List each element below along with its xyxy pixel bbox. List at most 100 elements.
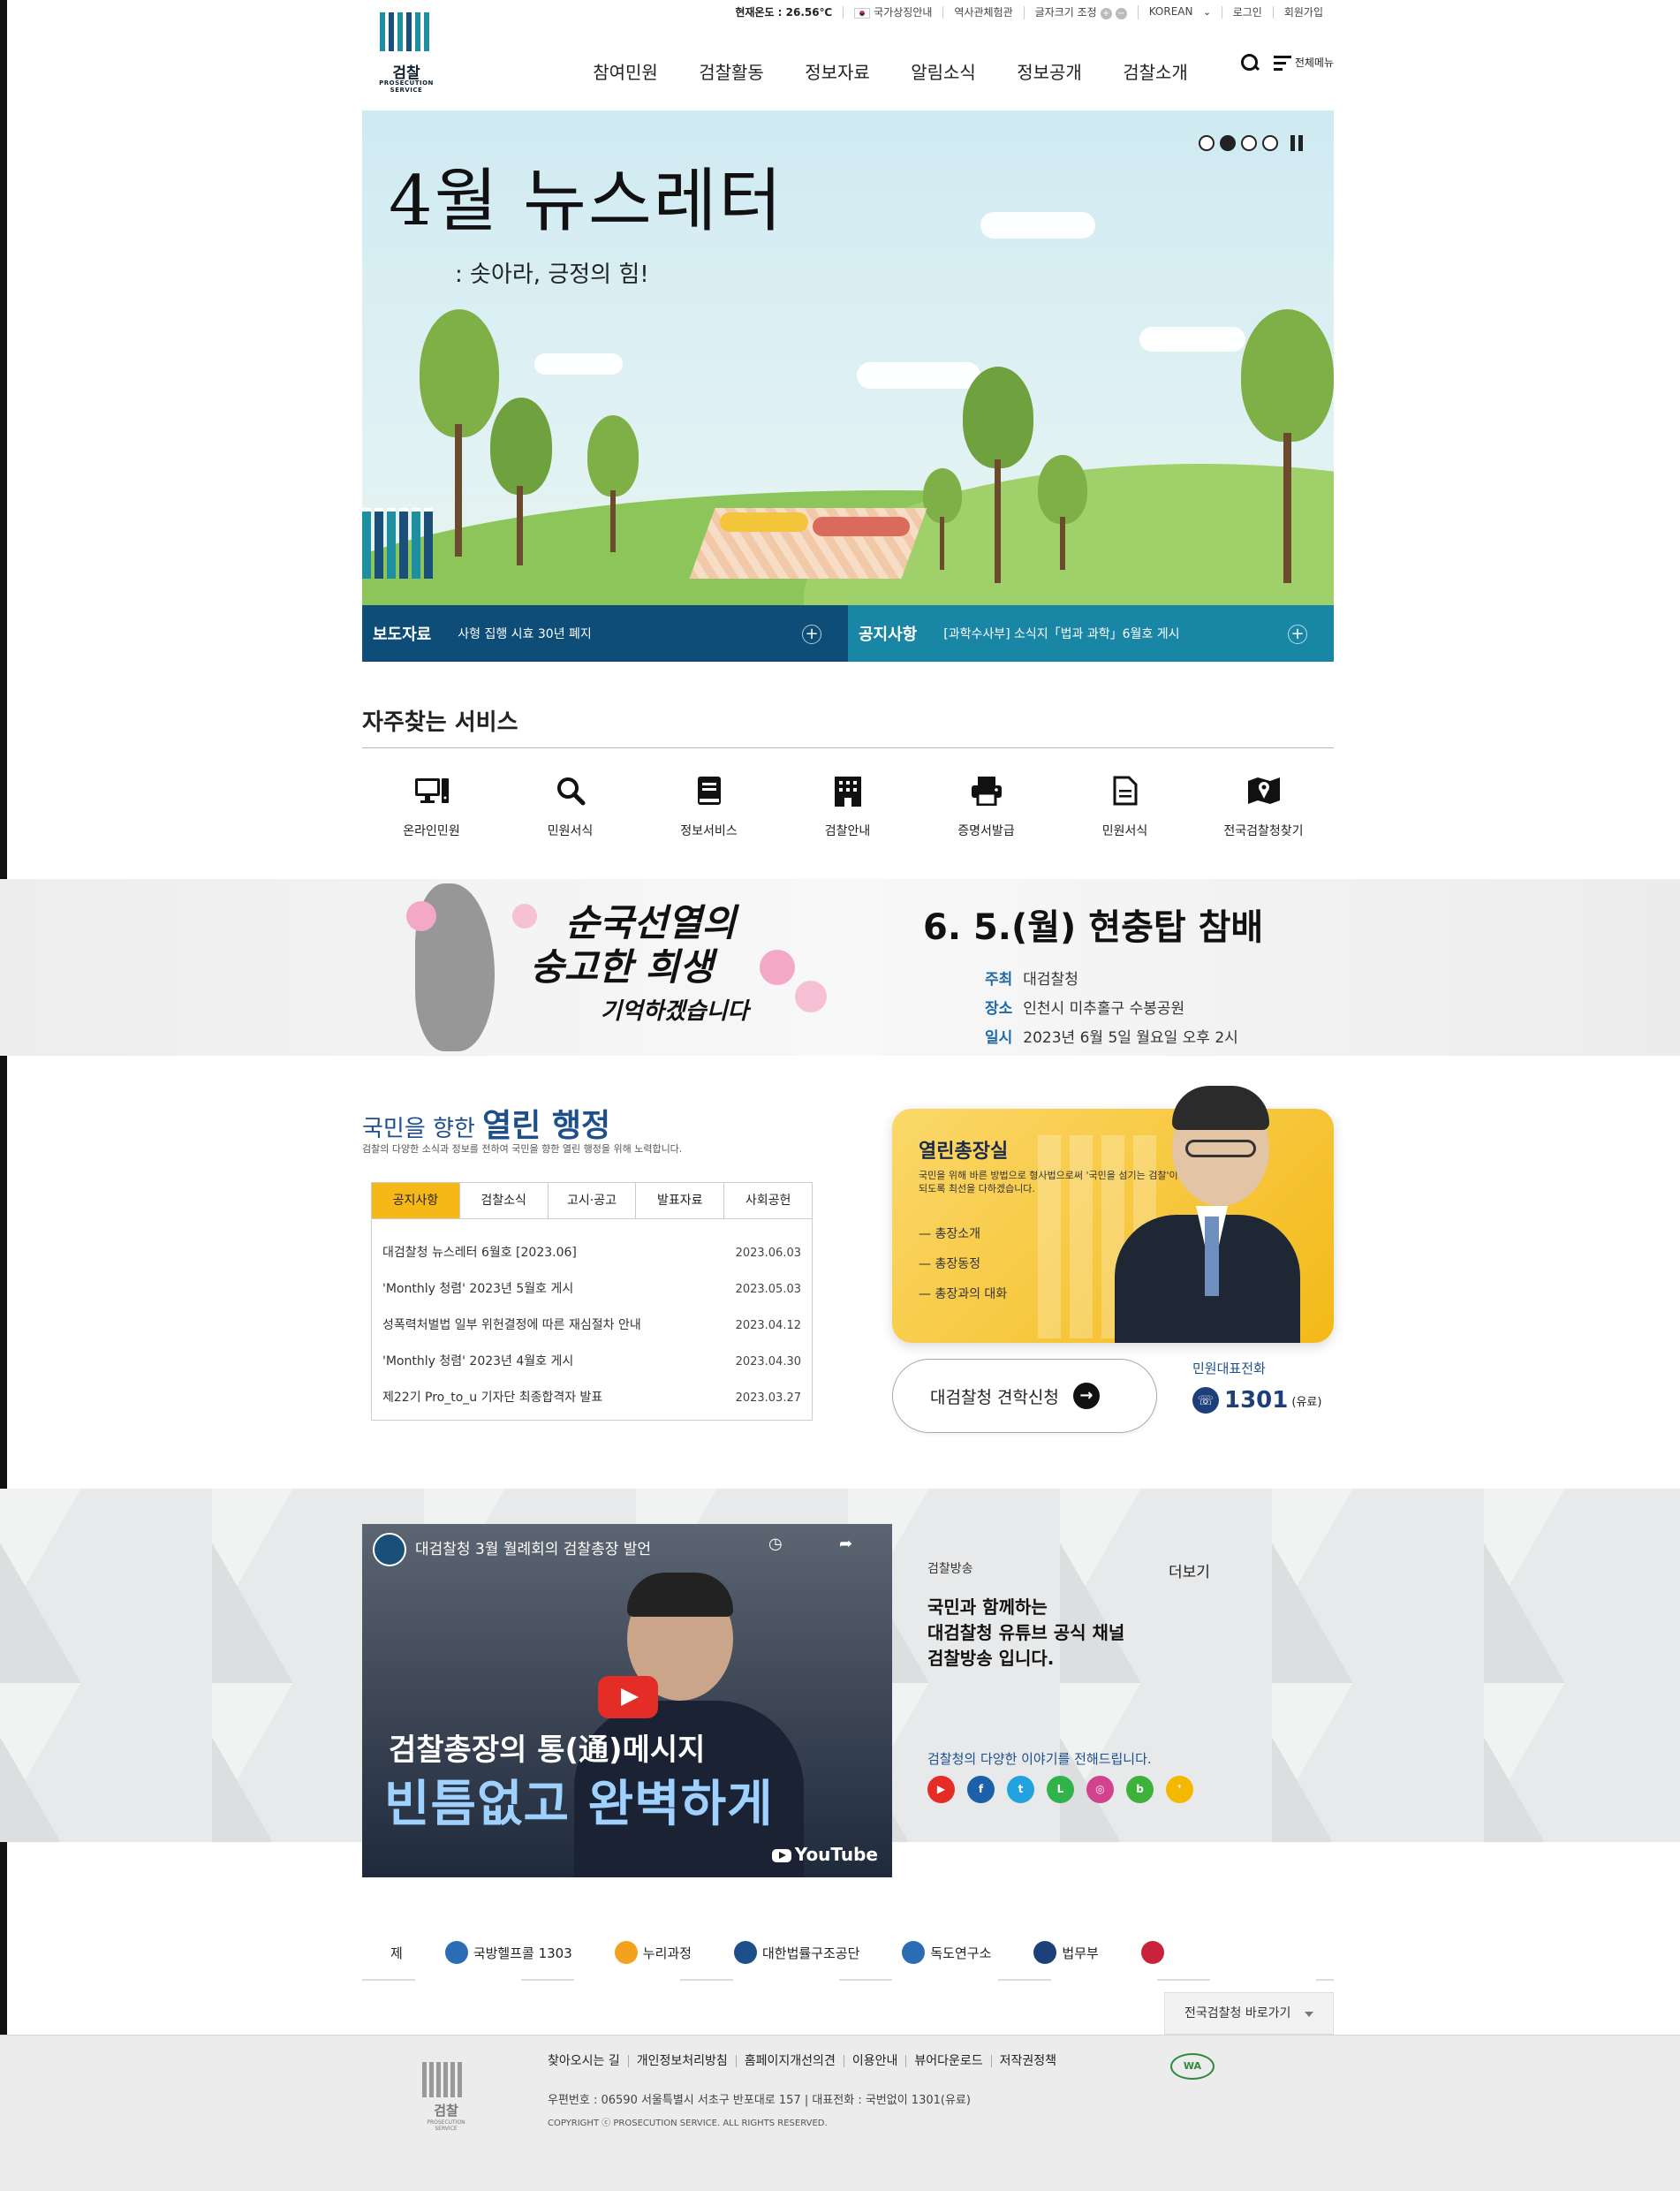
service-online-civil[interactable]: 온라인민원 (362, 769, 501, 839)
all-menu-button[interactable]: 전체메뉴 (1273, 55, 1334, 71)
link-dialogue[interactable]: 총장과의 대화 (919, 1279, 1007, 1309)
youtube-video-player[interactable]: 대검찰청 3월 월례회의 검찰총장 발언 ◷ ➦ 검찰총장의 통(通)메시지 빈… (362, 1524, 892, 1877)
footer-link-copyright[interactable]: 저작권정책 (990, 2055, 1064, 2067)
logo-sub: PROSECUTION SERVICE (379, 80, 434, 94)
tab-social[interactable]: 사회공헌 (723, 1183, 812, 1218)
utility-bar: 현재온도 : 26.56℃ 국가상징안내 역사관체험관 글자크기 조정 + − KO… (362, 0, 1334, 28)
font-minus-button[interactable]: − (1115, 7, 1127, 19)
footer-link-usage[interactable]: 이용안내 (843, 2055, 906, 2067)
press-release-panel[interactable]: 보도자료 사형 집행 시효 30년 폐지 + (362, 605, 848, 662)
font-size-control: 글자크기 조정 + − (1023, 5, 1138, 19)
phone-label: 민원대표전화 (1192, 1361, 1266, 1376)
main-navigation: 참여민원 검찰활동 정보자료 알림소식 정보공개 검찰소개 (572, 58, 1208, 84)
hero-subtitle: : 솟아라, 긍정의 힘! (455, 262, 649, 288)
service-guide[interactable]: 검찰안내 (778, 769, 917, 839)
prosecutor-office-select[interactable]: 전국검찰청 바로가기 (1164, 1992, 1334, 2035)
youtube-icon[interactable]: ▶ (927, 1776, 955, 1803)
twitter-icon[interactable]: t (1007, 1776, 1034, 1803)
nav-item-news[interactable]: 알림소식 (890, 58, 996, 84)
service-find-office[interactable]: 전국검찰청찾기 (1194, 769, 1333, 839)
login-link[interactable]: 로그인 (1221, 6, 1273, 19)
tab-news[interactable]: 검찰소식 (458, 1183, 548, 1218)
related-site-link[interactable]: 제 (362, 1941, 403, 1964)
list-item[interactable]: 'Monthly 청렴' 2023년 4월호 게시 2023.04.30 (382, 1344, 801, 1380)
link-profile[interactable]: 총장소개 (919, 1219, 1007, 1249)
list-item[interactable]: 성폭력처벌법 일부 위헌결정에 따른 재심절차 안내 2023.04.12 (382, 1308, 801, 1344)
notice-panel[interactable]: 공지사항 [과학수사부] 소식지「법과 과학」6월호 게시 + (848, 605, 1334, 662)
document-icon (1113, 776, 1137, 806)
footer-link-feedback[interactable]: 홈페이지개선의견 (735, 2055, 844, 2067)
service-certificate[interactable]: 증명서발급 (917, 769, 1056, 839)
blog-icon[interactable]: b (1126, 1776, 1154, 1803)
tab-notice[interactable]: 공지사항 (372, 1183, 459, 1218)
hero-title: 4월 뉴스레터 (389, 162, 784, 241)
map-icon (1247, 777, 1280, 804)
site-logo[interactable]: 검찰 PROSECUTION SERVICE (362, 12, 450, 94)
service-forms-2[interactable]: 민원서식 (1056, 769, 1194, 839)
nav-item-activity[interactable]: 검찰활동 (678, 58, 784, 84)
service-forms[interactable]: 민원서식 (501, 769, 639, 839)
list-item[interactable]: 대검찰청 뉴스레터 6월호 [2023.06] 2023.06.03 (382, 1235, 801, 1271)
line-icon[interactable]: L (1047, 1776, 1074, 1803)
youtube-logo[interactable]: YouTube (771, 1844, 878, 1865)
tab-release[interactable]: 발표자료 (635, 1183, 724, 1218)
footer-link-privacy[interactable]: 개인정보처리방침 (627, 2055, 736, 2067)
national-symbol-link[interactable]: 국가상징안내 (843, 6, 942, 19)
channel-avatar[interactable] (373, 1533, 406, 1566)
history-link[interactable]: 역사관체험관 (942, 6, 1023, 19)
notice-text[interactable]: [과학수사부] 소식지「법과 과학」6월호 게시 (943, 625, 1179, 642)
footer-link-viewer[interactable]: 뷰어다운로드 (905, 2055, 990, 2067)
temperature-text: 현재온도 : 26.56℃ (735, 6, 833, 19)
facebook-icon[interactable]: f (967, 1776, 995, 1803)
more-link[interactable]: 더보기 (1169, 1559, 1210, 1581)
slide-dot[interactable] (1241, 135, 1257, 151)
memorial-banner[interactable]: 순국선열의 숭고한 희생 기억하겠습니다 6. 5.(월) 현충탑 참배 주최 대… (0, 879, 1680, 1056)
service-info[interactable]: 정보서비스 (639, 769, 778, 839)
nav-item-info[interactable]: 정보자료 (784, 58, 890, 84)
memorial-headline: 6. 5.(월) 현충탑 참배 (923, 907, 1264, 948)
related-site-link[interactable]: 대한법률구조공단 (733, 1941, 859, 1964)
list-item[interactable]: 'Monthly 청렴' 2023년 5월호 게시 2023.05.03 (382, 1271, 801, 1308)
link-activities[interactable]: 총장동정 (919, 1249, 1007, 1279)
slide-dot[interactable] (1199, 135, 1215, 151)
related-site-link[interactable] (1140, 1941, 1169, 1964)
clock-icon[interactable]: ◷ (768, 1535, 783, 1553)
divider (362, 747, 1334, 748)
prosecutor-card-title: 열린총장실 (919, 1141, 1009, 1163)
tab-announcement[interactable]: 고시·공고 (547, 1183, 636, 1218)
prosecutor-portrait (1115, 1082, 1300, 1343)
pause-icon[interactable] (1290, 135, 1303, 151)
related-site-link[interactable]: 국방헬프콜 1303 (444, 1941, 572, 1964)
video-title[interactable]: 대검찰청 3월 월례회의 검찰총장 발언 (415, 1536, 651, 1558)
play-button[interactable] (598, 1676, 658, 1718)
related-site-link[interactable]: 독도연구소 (902, 1941, 991, 1964)
language-select[interactable]: KOREAN ⌄ (1137, 5, 1222, 19)
nav-item-civil[interactable]: 참여민원 (572, 58, 678, 84)
slide-dot[interactable] (1262, 135, 1278, 151)
logo-icon (380, 12, 429, 51)
press-release-text[interactable]: 사형 집행 시효 30년 폐지 (458, 625, 592, 642)
header-tools: 전체메뉴 (1240, 53, 1334, 72)
footer-address: 우편번호 : 06590 서울특별시 서초구 반포대로 157 | 대표전화 :… (548, 2094, 971, 2107)
chevron-down-icon: ⌄ (1203, 8, 1211, 18)
related-site-link[interactable]: 누리과정 (614, 1941, 692, 1964)
slide-dot-active[interactable] (1220, 135, 1236, 151)
nav-item-about[interactable]: 검찰소개 (1102, 58, 1208, 84)
footer-link-directions[interactable]: 찾아오시는 길 (548, 2055, 628, 2067)
plus-icon[interactable]: + (802, 625, 821, 644)
instagram-icon[interactable]: ◎ (1086, 1776, 1114, 1803)
broadcast-label: 검찰방송 (927, 1562, 973, 1576)
web-accessibility-mark[interactable]: WA (1170, 2053, 1215, 2080)
search-icon[interactable] (1240, 53, 1260, 72)
kakao-icon[interactable]: ❜ (1166, 1776, 1193, 1803)
hero-banner[interactable]: 4월 뉴스레터 : 솟아라, 긍정의 힘! (362, 110, 1334, 605)
share-icon[interactable]: ➦ (839, 1535, 852, 1553)
list-item[interactable]: 제22기 Pro_to_u 기자단 최종합격자 발표 2023.03.27 (382, 1380, 801, 1416)
plus-icon[interactable]: + (1288, 625, 1307, 644)
nav-item-disclosure[interactable]: 정보공개 (996, 58, 1102, 84)
signup-link[interactable]: 회원가입 (1272, 6, 1334, 19)
slider-controls (1199, 135, 1303, 151)
related-site-link[interactable]: 법무부 (1033, 1941, 1099, 1964)
tour-request-button[interactable]: 대검찰청 견학신청 → (892, 1359, 1157, 1433)
font-plus-button[interactable]: + (1100, 7, 1112, 19)
